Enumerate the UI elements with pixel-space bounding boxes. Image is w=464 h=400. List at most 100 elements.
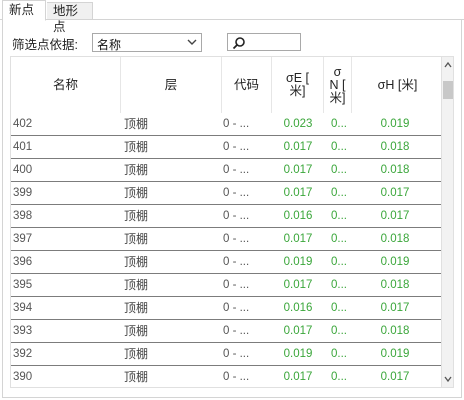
- cell-sigma-h: 0.019: [380, 348, 410, 360]
- cell-layer: 顶棚: [124, 301, 149, 315]
- cell-name: 400: [13, 164, 33, 176]
- cell-name: 399: [13, 187, 33, 199]
- cell-sigma-n: 0...: [331, 371, 347, 383]
- cell-sigma-n: 0...: [331, 325, 347, 337]
- cell-sigma-e: 0.016: [283, 210, 313, 222]
- cell-sigma-e: 0.016: [283, 302, 313, 314]
- cell-sigma-h: 0.018: [380, 325, 410, 337]
- cell-layer: 顶棚: [124, 186, 149, 200]
- cell-name: 396: [13, 256, 33, 268]
- cell-code: 0 - ...: [223, 187, 250, 199]
- cell-name: 398: [13, 210, 33, 222]
- cell-sigma-h: 0.017: [380, 187, 410, 199]
- cell-sigma-n: 0...: [331, 348, 347, 360]
- scroll-down-arrow-icon[interactable]: [443, 373, 453, 385]
- cell-layer: 顶棚: [124, 278, 149, 292]
- cell-sigma-e: 0.019: [283, 348, 313, 360]
- cell-sigma-e: 0.017: [283, 371, 313, 383]
- table-row[interactable]: 401 顶棚 0 - ... 0.017 0... 0.018: [11, 136, 443, 159]
- cell-sigma-n: 0...: [331, 164, 347, 176]
- cell-sigma-h: 0.018: [380, 141, 410, 153]
- filter-label: 筛选点依据:: [12, 38, 78, 52]
- cell-sigma-e: 0.017: [283, 187, 313, 199]
- cell-layer: 顶棚: [124, 370, 149, 384]
- cell-layer: 顶棚: [124, 324, 149, 338]
- cell-name: 402: [13, 118, 33, 130]
- table-row[interactable]: 396 顶棚 0 - ... 0.019 0... 0.019: [11, 251, 443, 274]
- tab-new-points[interactable]: 新点: [2, 0, 46, 21]
- cell-sigma-n: 0...: [331, 302, 347, 314]
- table-row[interactable]: 402 顶棚 0 - ... 0.023 0... 0.019: [11, 113, 443, 136]
- cell-code: 0 - ...: [223, 118, 250, 130]
- tab-bar: 新点 地形点: [0, 0, 464, 34]
- cell-sigma-e: 0.019: [283, 256, 313, 268]
- cell-code: 0 - ...: [223, 348, 250, 360]
- cell-layer: 顶棚: [124, 209, 149, 223]
- table-row[interactable]: 400 顶棚 0 - ... 0.017 0... 0.018: [11, 159, 443, 182]
- cell-code: 0 - ...: [223, 233, 250, 245]
- cell-name: 397: [13, 233, 33, 245]
- cell-sigma-e: 0.017: [283, 141, 313, 153]
- table-row[interactable]: 393 顶棚 0 - ... 0.017 0... 0.018: [11, 320, 443, 343]
- cell-sigma-e: 0.017: [283, 233, 313, 245]
- scrollbar-thumb[interactable]: [443, 81, 453, 99]
- cell-code: 0 - ...: [223, 279, 250, 291]
- cell-sigma-n: 0...: [331, 233, 347, 245]
- cell-sigma-e: 0.017: [283, 325, 313, 337]
- tab-terrain-points[interactable]: 地形点: [47, 2, 93, 34]
- cell-sigma-n: 0...: [331, 187, 347, 199]
- cell-name: 395: [13, 279, 33, 291]
- cell-sigma-h: 0.017: [380, 210, 410, 222]
- cell-code: 0 - ...: [223, 325, 250, 337]
- cell-sigma-n: 0...: [331, 141, 347, 153]
- chevron-down-icon[interactable]: [185, 35, 199, 50]
- filter-selected-value: 名称: [97, 38, 122, 52]
- cell-sigma-h: 0.018: [380, 233, 410, 245]
- cell-name: 394: [13, 302, 33, 314]
- cell-sigma-n: 0...: [331, 279, 347, 291]
- cell-sigma-e: 0.017: [283, 164, 313, 176]
- table-header: 名称 层 代码 σE [ 米] σ N [ 米] σH [米]: [11, 57, 443, 113]
- cell-code: 0 - ...: [223, 164, 250, 176]
- cell-code: 0 - ...: [223, 141, 250, 153]
- cell-name: 401: [13, 141, 33, 153]
- table-row[interactable]: 390 顶棚 0 - ... 0.017 0... 0.017: [11, 366, 443, 387]
- points-table: 名称 层 代码 σE [ 米] σ N [ 米] σH [米] 402 顶棚 0…: [10, 56, 454, 388]
- column-header-sigma-h[interactable]: σH [米]: [352, 57, 443, 113]
- cell-code: 0 - ...: [223, 210, 250, 222]
- table-row[interactable]: 397 顶棚 0 - ... 0.017 0... 0.018: [11, 228, 443, 251]
- cell-name: 393: [13, 325, 33, 337]
- table-row[interactable]: 395 顶棚 0 - ... 0.017 0... 0.018: [11, 274, 443, 297]
- cell-layer: 顶棚: [124, 255, 149, 269]
- cell-sigma-n: 0...: [331, 118, 347, 130]
- cell-code: 0 - ...: [223, 302, 250, 314]
- cell-sigma-h: 0.019: [380, 256, 410, 268]
- search-input[interactable]: [227, 33, 301, 51]
- cell-layer: 顶棚: [124, 117, 149, 131]
- cell-name: 392: [13, 348, 33, 360]
- cell-layer: 顶棚: [124, 232, 149, 246]
- table-row[interactable]: 398 顶棚 0 - ... 0.016 0... 0.017: [11, 205, 443, 228]
- cell-sigma-e: 0.017: [283, 279, 313, 291]
- scroll-up-arrow-icon[interactable]: [443, 59, 453, 71]
- cell-code: 0 - ...: [223, 371, 250, 383]
- table-row[interactable]: 399 顶棚 0 - ... 0.017 0... 0.017: [11, 182, 443, 205]
- filter-select[interactable]: 名称: [92, 33, 202, 52]
- vertical-scrollbar[interactable]: [441, 57, 453, 387]
- column-header-code[interactable]: 代码: [222, 57, 272, 113]
- cell-code: 0 - ...: [223, 256, 250, 268]
- cell-sigma-n: 0...: [331, 256, 347, 268]
- cell-sigma-h: 0.017: [380, 371, 410, 383]
- cell-name: 390: [13, 371, 33, 383]
- cell-sigma-h: 0.019: [380, 118, 410, 130]
- cell-sigma-h: 0.017: [380, 302, 410, 314]
- column-header-name[interactable]: 名称: [11, 57, 121, 113]
- table-row[interactable]: 392 顶棚 0 - ... 0.019 0... 0.019: [11, 343, 443, 366]
- cell-layer: 顶棚: [124, 140, 149, 154]
- column-header-sigma-n[interactable]: σ N [ 米]: [324, 57, 352, 113]
- table-row[interactable]: 394 顶棚 0 - ... 0.016 0... 0.017: [11, 297, 443, 320]
- cell-sigma-h: 0.018: [380, 279, 410, 291]
- column-header-layer[interactable]: 层: [121, 57, 222, 113]
- cell-sigma-h: 0.018: [380, 164, 410, 176]
- column-header-sigma-e[interactable]: σE [ 米]: [272, 57, 324, 113]
